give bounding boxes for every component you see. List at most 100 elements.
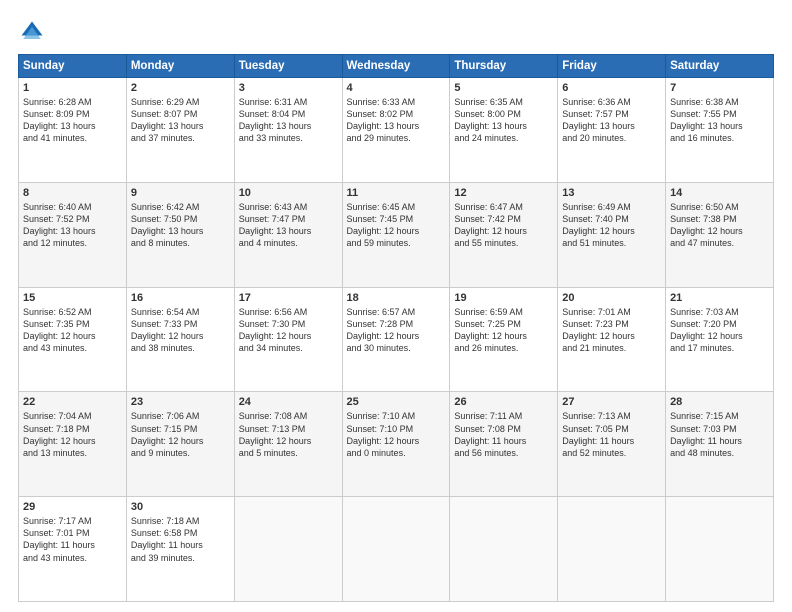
day-number: 5	[454, 82, 553, 94]
day-number: 20	[562, 292, 661, 304]
day-number: 26	[454, 396, 553, 408]
weekday-header-monday: Monday	[126, 55, 234, 78]
day-content: Sunrise: 7:04 AM Sunset: 7:18 PM Dayligh…	[23, 410, 122, 459]
header	[18, 18, 774, 46]
day-cell	[342, 497, 450, 602]
day-cell: 11Sunrise: 6:45 AM Sunset: 7:45 PM Dayli…	[342, 182, 450, 287]
day-content: Sunrise: 7:17 AM Sunset: 7:01 PM Dayligh…	[23, 515, 122, 564]
day-content: Sunrise: 6:49 AM Sunset: 7:40 PM Dayligh…	[562, 201, 661, 250]
day-content: Sunrise: 6:59 AM Sunset: 7:25 PM Dayligh…	[454, 306, 553, 355]
day-content: Sunrise: 6:50 AM Sunset: 7:38 PM Dayligh…	[670, 201, 769, 250]
day-content: Sunrise: 6:31 AM Sunset: 8:04 PM Dayligh…	[239, 96, 338, 145]
weekday-header-saturday: Saturday	[666, 55, 774, 78]
day-cell: 1 Sunrise: 6:28 AM Sunset: 8:09 PM Daylig…	[19, 78, 127, 183]
day-content: Sunrise: 6:57 AM Sunset: 7:28 PM Dayligh…	[347, 306, 446, 355]
week-row-1: 1 Sunrise: 6:28 AM Sunset: 8:09 PM Daylig…	[19, 78, 774, 183]
header-row: SundayMondayTuesdayWednesdayThursdayFrid…	[19, 55, 774, 78]
day-number: 28	[670, 396, 769, 408]
week-row-3: 15 Sunrise: 6:52 AM Sunset: 7:35 PM Dayli…	[19, 287, 774, 392]
day-cell	[234, 497, 342, 602]
week-row-2: 8Sunrise: 6:40 AM Sunset: 7:52 PM Daylig…	[19, 182, 774, 287]
day-content: Sunrise: 6:33 AM Sunset: 8:02 PM Dayligh…	[347, 96, 446, 145]
day-cell: 5 Sunrise: 6:35 AM Sunset: 8:00 PM Daylig…	[450, 78, 558, 183]
day-content: Sunrise: 7:03 AM Sunset: 7:20 PM Dayligh…	[670, 306, 769, 355]
day-number: 18	[347, 292, 446, 304]
day-number: 22	[23, 396, 122, 408]
day-number: 27	[562, 396, 661, 408]
day-number: 9	[131, 187, 230, 199]
day-number: 30	[131, 501, 230, 513]
day-number: 17	[239, 292, 338, 304]
weekday-header-sunday: Sunday	[19, 55, 127, 78]
day-cell: 7Sunrise: 6:38 AM Sunset: 7:55 PM Daylig…	[666, 78, 774, 183]
day-content: Sunrise: 7:06 AM Sunset: 7:15 PM Dayligh…	[131, 410, 230, 459]
day-content: Sunrise: 7:15 AM Sunset: 7:03 PM Dayligh…	[670, 410, 769, 459]
day-number: 13	[562, 187, 661, 199]
day-content: Sunrise: 6:28 AM Sunset: 8:09 PM Dayligh…	[23, 96, 122, 145]
day-cell: 10 Sunrise: 6:43 AM Sunset: 7:47 PM Dayli…	[234, 182, 342, 287]
day-cell: 25 Sunrise: 7:10 AM Sunset: 7:10 PM Dayli…	[342, 392, 450, 497]
weekday-header-tuesday: Tuesday	[234, 55, 342, 78]
day-cell: 26 Sunrise: 7:11 AM Sunset: 7:08 PM Dayli…	[450, 392, 558, 497]
day-cell: 27 Sunrise: 7:13 AM Sunset: 7:05 PM Dayli…	[558, 392, 666, 497]
calendar-header: SundayMondayTuesdayWednesdayThursdayFrid…	[19, 55, 774, 78]
day-cell: 24 Sunrise: 7:08 AM Sunset: 7:13 PM Dayli…	[234, 392, 342, 497]
calendar-table: SundayMondayTuesdayWednesdayThursdayFrid…	[18, 54, 774, 602]
day-cell: 18 Sunrise: 6:57 AM Sunset: 7:28 PM Dayli…	[342, 287, 450, 392]
day-content: Sunrise: 7:13 AM Sunset: 7:05 PM Dayligh…	[562, 410, 661, 459]
day-cell: 2 Sunrise: 6:29 AM Sunset: 8:07 PM Daylig…	[126, 78, 234, 183]
day-cell: 28 Sunrise: 7:15 AM Sunset: 7:03 PM Dayli…	[666, 392, 774, 497]
day-cell: 21 Sunrise: 7:03 AM Sunset: 7:20 PM Dayli…	[666, 287, 774, 392]
day-number: 7	[670, 82, 769, 94]
logo	[18, 18, 50, 46]
day-cell	[666, 497, 774, 602]
day-number: 3	[239, 82, 338, 94]
day-number: 2	[131, 82, 230, 94]
day-number: 19	[454, 292, 553, 304]
day-number: 21	[670, 292, 769, 304]
day-content: Sunrise: 6:29 AM Sunset: 8:07 PM Dayligh…	[131, 96, 230, 145]
day-cell: 19 Sunrise: 6:59 AM Sunset: 7:25 PM Dayli…	[450, 287, 558, 392]
day-content: Sunrise: 7:08 AM Sunset: 7:13 PM Dayligh…	[239, 410, 338, 459]
day-number: 23	[131, 396, 230, 408]
day-cell: 13 Sunrise: 6:49 AM Sunset: 7:40 PM Dayli…	[558, 182, 666, 287]
day-cell: 29Sunrise: 7:17 AM Sunset: 7:01 PM Dayli…	[19, 497, 127, 602]
day-number: 6	[562, 82, 661, 94]
weekday-header-friday: Friday	[558, 55, 666, 78]
week-row-5: 29Sunrise: 7:17 AM Sunset: 7:01 PM Dayli…	[19, 497, 774, 602]
day-number: 15	[23, 292, 122, 304]
day-cell: 22 Sunrise: 7:04 AM Sunset: 7:18 PM Dayli…	[19, 392, 127, 497]
day-content: Sunrise: 6:35 AM Sunset: 8:00 PM Dayligh…	[454, 96, 553, 145]
day-content: Sunrise: 6:42 AM Sunset: 7:50 PM Dayligh…	[131, 201, 230, 250]
day-content: Sunrise: 6:36 AM Sunset: 7:57 PM Dayligh…	[562, 96, 661, 145]
day-content: Sunrise: 6:43 AM Sunset: 7:47 PM Dayligh…	[239, 201, 338, 250]
day-cell: 4Sunrise: 6:33 AM Sunset: 8:02 PM Daylig…	[342, 78, 450, 183]
calendar-body: 1 Sunrise: 6:28 AM Sunset: 8:09 PM Daylig…	[19, 78, 774, 602]
logo-icon	[18, 18, 46, 46]
day-cell	[558, 497, 666, 602]
day-cell	[450, 497, 558, 602]
day-number: 14	[670, 187, 769, 199]
day-number: 25	[347, 396, 446, 408]
day-content: Sunrise: 6:54 AM Sunset: 7:33 PM Dayligh…	[131, 306, 230, 355]
day-number: 11	[347, 187, 446, 199]
day-cell: 14 Sunrise: 6:50 AM Sunset: 7:38 PM Dayli…	[666, 182, 774, 287]
day-cell: 12Sunrise: 6:47 AM Sunset: 7:42 PM Dayli…	[450, 182, 558, 287]
day-number: 10	[239, 187, 338, 199]
day-number: 24	[239, 396, 338, 408]
day-content: Sunrise: 6:56 AM Sunset: 7:30 PM Dayligh…	[239, 306, 338, 355]
day-cell: 17 Sunrise: 6:56 AM Sunset: 7:30 PM Dayli…	[234, 287, 342, 392]
weekday-header-wednesday: Wednesday	[342, 55, 450, 78]
weekday-header-thursday: Thursday	[450, 55, 558, 78]
day-content: Sunrise: 6:52 AM Sunset: 7:35 PM Dayligh…	[23, 306, 122, 355]
day-content: Sunrise: 7:01 AM Sunset: 7:23 PM Dayligh…	[562, 306, 661, 355]
day-content: Sunrise: 7:10 AM Sunset: 7:10 PM Dayligh…	[347, 410, 446, 459]
day-content: Sunrise: 7:11 AM Sunset: 7:08 PM Dayligh…	[454, 410, 553, 459]
day-number: 12	[454, 187, 553, 199]
day-cell: 23 Sunrise: 7:06 AM Sunset: 7:15 PM Dayli…	[126, 392, 234, 497]
day-number: 16	[131, 292, 230, 304]
day-cell: 9 Sunrise: 6:42 AM Sunset: 7:50 PM Daylig…	[126, 182, 234, 287]
day-number: 1	[23, 82, 122, 94]
day-cell: 6 Sunrise: 6:36 AM Sunset: 7:57 PM Daylig…	[558, 78, 666, 183]
day-cell: 16 Sunrise: 6:54 AM Sunset: 7:33 PM Dayli…	[126, 287, 234, 392]
